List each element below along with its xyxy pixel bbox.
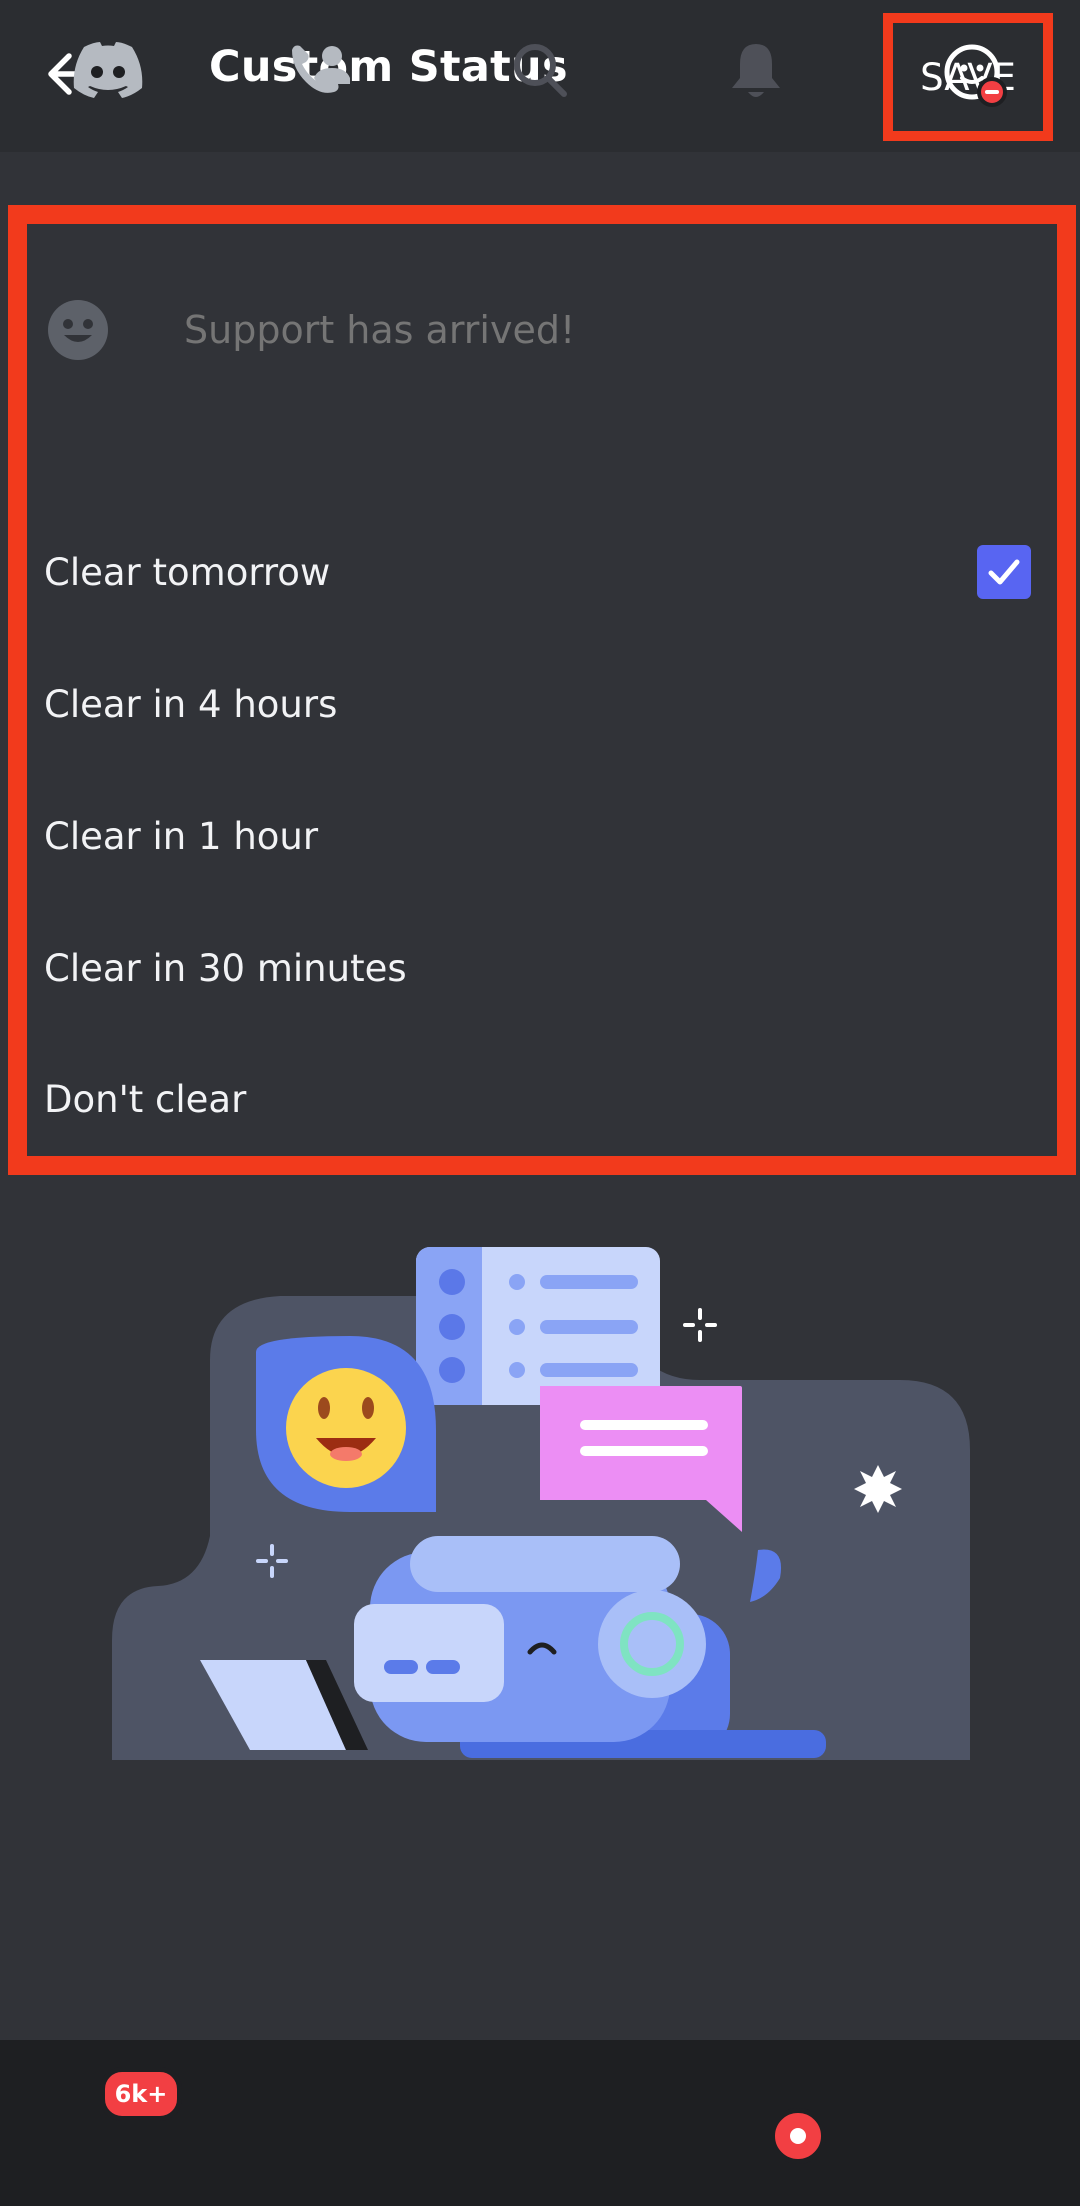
option-label: Clear in 30 minutes: [44, 946, 407, 990]
option-label: Clear tomorrow: [44, 550, 331, 594]
bell-icon: [732, 44, 780, 97]
option-dont-clear[interactable]: Don't clear: [44, 1051, 1034, 1147]
option-clear-4-hours[interactable]: Clear in 4 hours: [44, 656, 1034, 752]
emoji-picker-button[interactable]: [46, 298, 110, 362]
option-clear-30-minutes[interactable]: Clear in 30 minutes: [44, 920, 1034, 1016]
status-text-input[interactable]: [182, 307, 986, 353]
nav-home[interactable]: [38, 0, 178, 166]
friends-icon: [292, 45, 350, 93]
smiley-icon: [48, 300, 108, 360]
nav-friends[interactable]: [250, 0, 390, 166]
bottom-navigation: [0, 2040, 1080, 2206]
option-label: Don't clear: [44, 1077, 247, 1121]
nav-profile[interactable]: [905, 0, 1045, 166]
status-input-row: [44, 290, 1024, 370]
support-illustration: [112, 1247, 970, 1760]
profile-icon: [944, 44, 1007, 107]
unread-count-badge: 6k+: [100, 2067, 182, 2121]
nav-notifications[interactable]: [686, 0, 826, 166]
option-label: Clear in 1 hour: [44, 814, 319, 858]
checkbox-checked[interactable]: [977, 545, 1031, 599]
option-clear-tomorrow[interactable]: Clear tomorrow: [44, 524, 1034, 620]
option-label: Clear in 4 hours: [44, 682, 338, 726]
search-icon: [514, 44, 567, 97]
discord-icon: [73, 42, 143, 98]
notification-dot-badge: [770, 2108, 826, 2164]
nav-search[interactable]: [470, 0, 610, 166]
option-clear-1-hour[interactable]: Clear in 1 hour: [44, 788, 1034, 884]
checkmark-icon: [988, 559, 1020, 585]
